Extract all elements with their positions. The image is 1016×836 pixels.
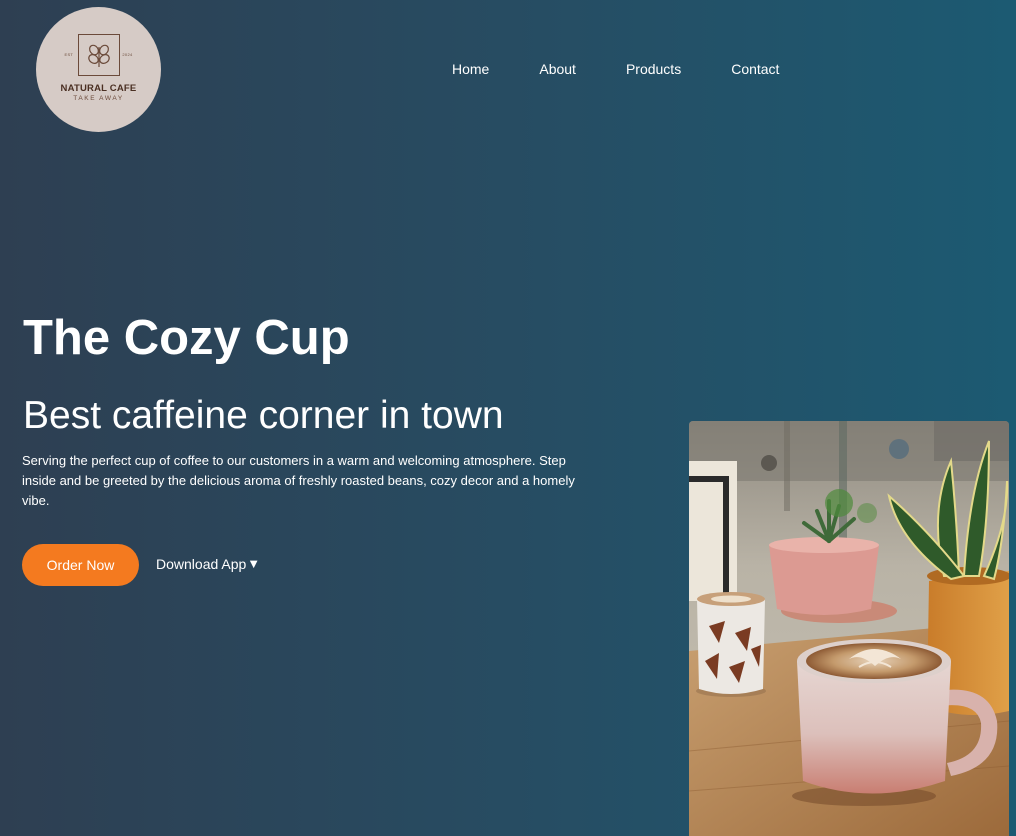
hero-title: The Cozy Cup [23,311,350,365]
download-app-button[interactable]: Download App ▼ [156,556,260,572]
hero-coffee-photo [689,421,1009,836]
logo-est-label: EST [64,51,74,57]
hero-subtitle: Best caffeine corner in town [23,394,504,437]
logo-year-label: 2024 [122,51,133,57]
nav-home[interactable]: Home [452,61,489,77]
order-now-button[interactable]: Order Now [22,544,139,586]
nav-products[interactable]: Products [626,61,681,77]
main-nav: Home About Products Contact [452,61,779,77]
brand-logo[interactable]: EST 2024 NATURAL CAFE TAKE AWAY [36,7,161,132]
hero-description: Serving the perfect cup of coffee to our… [22,453,575,508]
nav-contact[interactable]: Contact [731,61,779,77]
logo-name: NATURAL CAFE [60,82,137,94]
download-app-label: Download App [156,556,247,572]
nav-about[interactable]: About [539,61,576,77]
caret-down-icon: ▼ [247,556,261,571]
logo-tagline: TAKE AWAY [73,94,124,102]
coffee-beans-icon: EST 2024 [65,33,132,76]
